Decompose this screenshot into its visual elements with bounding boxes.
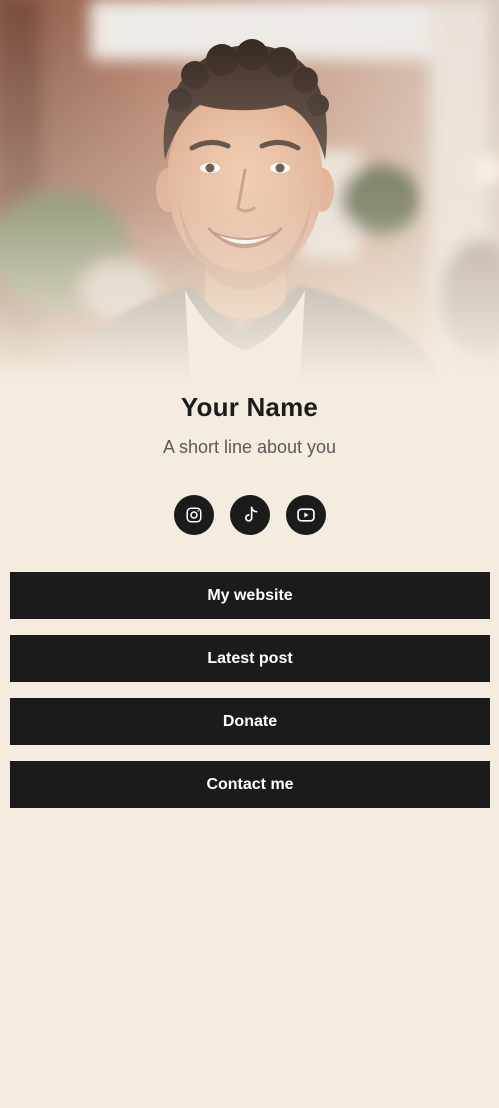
instagram-icon (186, 507, 201, 523)
youtube-icon (296, 508, 315, 522)
social-links (0, 495, 499, 535)
tiktok-button[interactable] (229, 495, 270, 535)
instagram-button[interactable] (173, 495, 214, 535)
youtube-button[interactable] (285, 495, 326, 535)
profile-name: Your Name (180, 392, 319, 422)
profile-photo (0, 0, 499, 380)
my-website-button[interactable]: My website (10, 572, 490, 619)
link-in-bio-page: Your Name A short line about you My webs… (0, 0, 499, 1108)
profile-bio: A short line about you (162, 437, 337, 457)
latest-post-button[interactable]: Latest post (10, 635, 490, 682)
donate-button[interactable]: Donate (10, 698, 490, 745)
link-list: My website Latest post Donate Contact me (10, 572, 490, 808)
contact-me-button[interactable]: Contact me (10, 761, 490, 808)
tiktok-icon (244, 506, 257, 522)
